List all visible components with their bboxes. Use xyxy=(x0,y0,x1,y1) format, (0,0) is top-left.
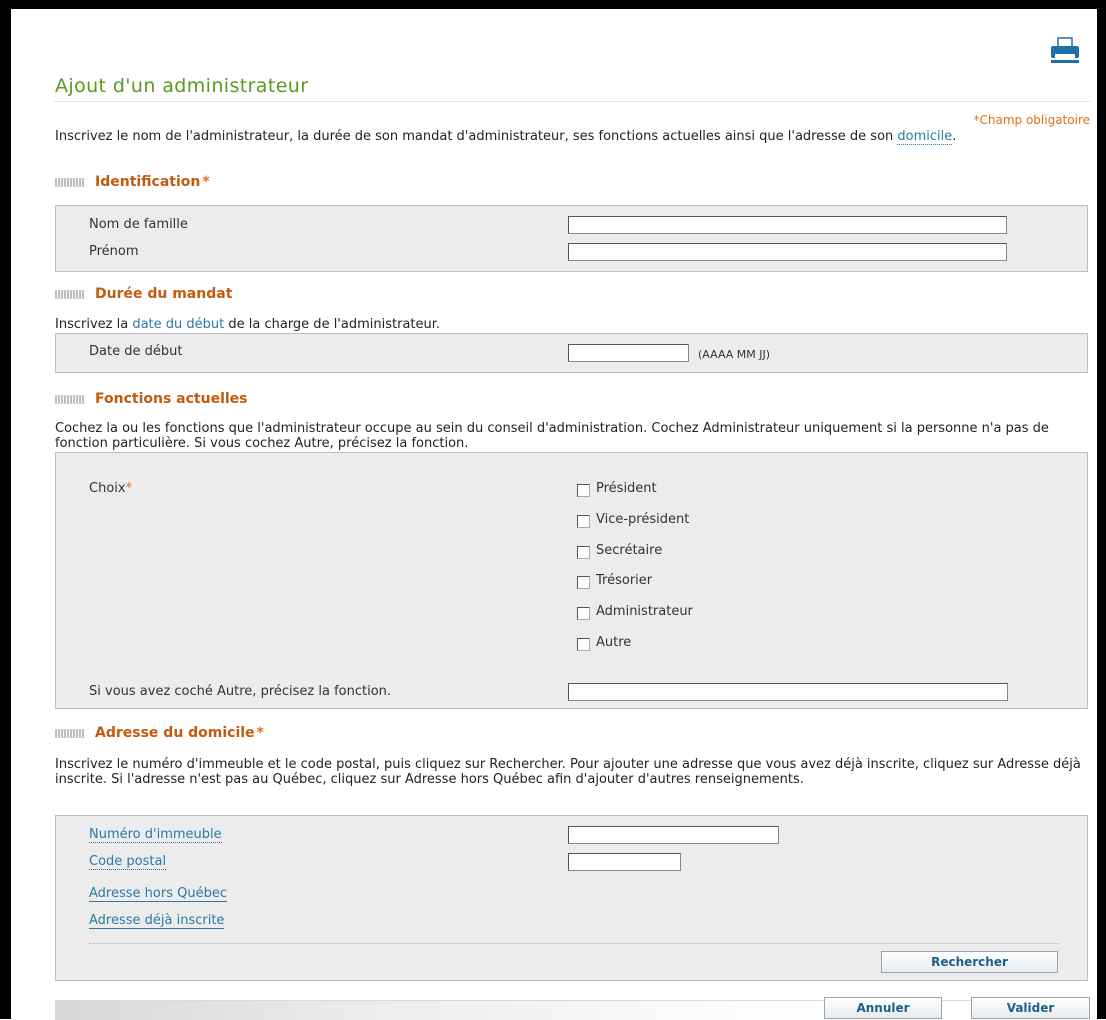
section-title-fonctions: Fonctions actuelles xyxy=(55,391,248,407)
section-title-adresse: Adresse du domicile * xyxy=(55,725,264,741)
option-president[interactable]: Président xyxy=(577,480,657,497)
date-debut-link[interactable]: date du début xyxy=(132,317,224,332)
existing-address-link[interactable]: Adresse déjà inscrite xyxy=(89,913,225,929)
postal-code-input[interactable] xyxy=(568,853,681,871)
printer-icon[interactable] xyxy=(1049,36,1081,64)
start-date-input[interactable] xyxy=(568,344,689,362)
other-function-label: Si vous avez coché Autre, précisez la fo… xyxy=(89,684,392,699)
address-outside-quebec-link[interactable]: Adresse hors Québec xyxy=(89,886,227,902)
section-grip-icon xyxy=(55,728,85,738)
section-title-mandat: Durée du mandat xyxy=(55,286,232,302)
section-grip-icon xyxy=(55,394,85,404)
submit-button[interactable]: Valider xyxy=(971,997,1090,1019)
postal-code-link[interactable]: Code postal xyxy=(89,854,167,870)
start-date-label: Date de début xyxy=(89,344,183,359)
other-function-input[interactable] xyxy=(568,683,1008,701)
first-name-input[interactable] xyxy=(568,243,1007,261)
checkbox[interactable] xyxy=(577,484,590,497)
divider xyxy=(89,943,1059,944)
window-frame-right xyxy=(1097,0,1106,1019)
section-title-identification: Identification * xyxy=(55,174,210,190)
fonctions-instructions: Cochez la ou les fonctions que l'adminis… xyxy=(55,421,1049,451)
intro-text: Inscrivez le nom de l'administrateur, la… xyxy=(55,129,957,145)
checkbox[interactable] xyxy=(577,607,590,620)
option-secretaire[interactable]: Secrétaire xyxy=(577,542,662,559)
last-name-label: Nom de famille xyxy=(89,217,188,232)
section-grip-icon xyxy=(55,177,85,187)
adresse-instructions: Inscrivez le numéro d'immeuble et le cod… xyxy=(55,757,1081,787)
checkbox[interactable] xyxy=(577,638,590,651)
identification-panel: Nom de famille Prénom xyxy=(55,205,1088,272)
building-number-input[interactable] xyxy=(568,826,779,844)
option-tresorier[interactable]: Trésorier xyxy=(577,572,652,589)
option-vice-president[interactable]: Vice-président xyxy=(577,511,689,528)
choice-label: Choix* xyxy=(89,481,133,496)
fonctions-panel: Choix* Président Vice-président Secrétai… xyxy=(55,452,1088,709)
search-button[interactable]: Rechercher xyxy=(881,951,1058,973)
adresse-panel: Numéro d'immeuble Code postal Adresse ho… xyxy=(55,815,1088,981)
building-number-link[interactable]: Numéro d'immeuble xyxy=(89,827,222,843)
option-administrateur[interactable]: Administrateur xyxy=(577,603,693,620)
option-autre[interactable]: Autre xyxy=(577,634,631,651)
window-frame-left xyxy=(0,0,11,1019)
checkbox[interactable] xyxy=(577,546,590,559)
window-frame-top xyxy=(0,0,1106,9)
page-title: Ajout d'un administrateur xyxy=(55,75,1090,102)
checkbox[interactable] xyxy=(577,515,590,528)
domicile-link[interactable]: domicile xyxy=(897,129,953,145)
mandat-panel: Date de début (AAAA MM JJ) xyxy=(55,333,1088,373)
section-grip-icon xyxy=(55,289,85,299)
cancel-button[interactable]: Annuler xyxy=(824,997,942,1019)
last-name-input[interactable] xyxy=(568,216,1007,234)
checkbox[interactable] xyxy=(577,576,590,589)
date-format-hint: (AAAA MM JJ) xyxy=(698,348,771,361)
mandat-instructions: Inscrivez la date du début de la charge … xyxy=(55,317,441,332)
required-field-note: *Champ obligatoire xyxy=(973,113,1091,127)
first-name-label: Prénom xyxy=(89,244,139,259)
